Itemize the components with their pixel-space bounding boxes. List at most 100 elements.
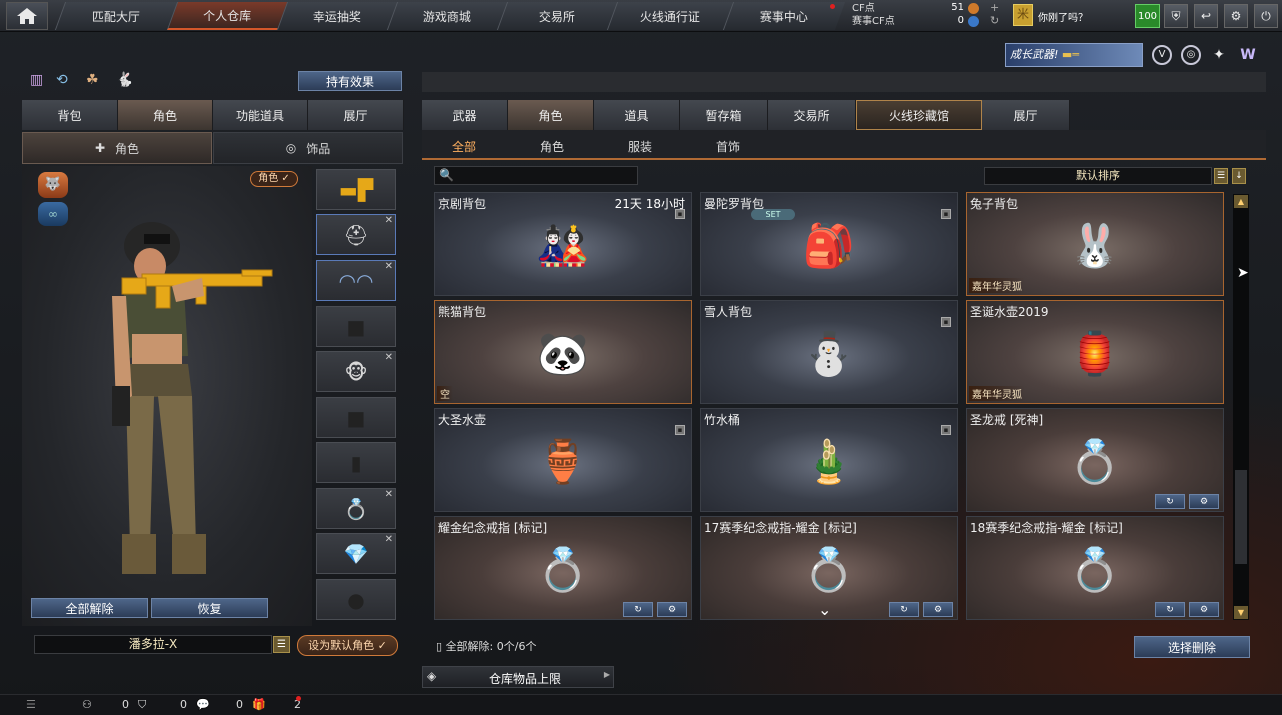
chat-icon[interactable]: 💬 bbox=[196, 698, 210, 711]
slot-disc-empty[interactable]: ● bbox=[316, 579, 396, 620]
slot-pants-empty[interactable]: ▮ bbox=[316, 442, 396, 483]
back-button[interactable]: ↩ bbox=[1194, 4, 1218, 28]
slot-dragon-ring[interactable]: 💍 ✕ bbox=[316, 488, 396, 529]
settings-button[interactable]: ⚙ bbox=[1224, 4, 1248, 28]
slot-body-empty[interactable]: ■ bbox=[316, 397, 396, 438]
rotate-icon[interactable]: ⟲ bbox=[56, 72, 76, 90]
menu-icon[interactable]: ☰ bbox=[273, 636, 290, 653]
filter-clothing[interactable]: 服装 bbox=[628, 138, 652, 155]
right-tab-weapons[interactable]: 武器 bbox=[422, 100, 508, 130]
close-icon[interactable]: ✕ bbox=[385, 215, 393, 226]
scroll-up-icon[interactable]: ▲ bbox=[1234, 195, 1248, 208]
tab-match-lobby[interactable]: 匹配大厅 bbox=[54, 2, 178, 30]
left-tab-backpack[interactable]: 背包 bbox=[22, 100, 118, 130]
item-card[interactable]: 雪人背包 ▪ ⛄ bbox=[700, 300, 958, 404]
close-icon[interactable]: ✕ bbox=[385, 489, 393, 500]
tab-lucky-draw[interactable]: 幸运抽奖 bbox=[276, 2, 398, 30]
right-tab-character[interactable]: 角色 bbox=[508, 100, 594, 130]
unequip-all-button[interactable]: 全部解除 bbox=[31, 598, 148, 618]
close-icon[interactable]: ✕ bbox=[385, 534, 393, 545]
growth-weapon-banner[interactable]: 成长武器! ▬═ bbox=[1005, 43, 1143, 67]
w-logo-icon[interactable]: W bbox=[1237, 45, 1259, 65]
item-card[interactable]: 圣龙戒 [死神] 💍 ↻ ⚙ bbox=[966, 408, 1224, 512]
stats-icon[interactable]: ▥ bbox=[30, 72, 50, 90]
scrollbar-thumb[interactable] bbox=[1235, 470, 1247, 564]
shield-button[interactable]: ⛨ bbox=[1164, 4, 1188, 28]
scrollbar-track[interactable]: ▲ ▼ bbox=[1233, 194, 1249, 620]
storage-limit-bar[interactable]: ◈ 仓库物品上限 ▶ bbox=[422, 666, 614, 688]
upgrade-button[interactable]: ↻ bbox=[889, 602, 919, 617]
tab-personal-storage[interactable]: 个人仓库 bbox=[166, 2, 288, 30]
globe-icon[interactable]: ◎ bbox=[1181, 45, 1201, 65]
character-viewport[interactable]: 🐺 ∞ 角色 ✓ bbox=[22, 166, 312, 626]
search-input[interactable]: 🔍 bbox=[434, 166, 638, 185]
item-card[interactable]: 耀金纪念戒指 [标记] 💍 ↻ ⚙ bbox=[434, 516, 692, 620]
item-card[interactable]: 18赛季纪念戒指-耀金 [标记] 💍 ↻ ⚙ bbox=[966, 516, 1224, 620]
slot-weapon[interactable]: ▬▛ bbox=[316, 169, 396, 210]
item-settings-button[interactable]: ⚙ bbox=[657, 602, 687, 617]
item-settings-button[interactable]: ⚙ bbox=[1189, 494, 1219, 509]
left-tab-character[interactable]: 角色 bbox=[118, 100, 213, 130]
right-tab-showroom[interactable]: 展厅 bbox=[982, 100, 1070, 130]
add-icon[interactable]: + bbox=[990, 1, 999, 14]
pet-icon[interactable]: 🐇 bbox=[116, 72, 136, 90]
list-menu-icon[interactable]: ☰ bbox=[26, 698, 36, 711]
level-badge[interactable]: 100 bbox=[1135, 4, 1160, 28]
gift-icon[interactable]: 🎁 bbox=[252, 698, 266, 711]
left-tab-showroom[interactable]: 展厅 bbox=[308, 100, 404, 130]
tab-exchange[interactable]: 交易所 bbox=[496, 2, 618, 30]
right-tab-items[interactable]: 道具 bbox=[594, 100, 680, 130]
slot-helmet[interactable]: ⛑ ✕ bbox=[316, 214, 396, 255]
item-settings-button[interactable]: ⚙ bbox=[923, 602, 953, 617]
item-card[interactable]: 圣诞水壶2019 🏮 嘉年华灵狐 bbox=[966, 300, 1224, 404]
home-button[interactable] bbox=[6, 2, 48, 30]
shield-small-icon[interactable]: ⛉ bbox=[138, 698, 146, 712]
camp-icon-orange[interactable]: 🐺 bbox=[38, 172, 68, 198]
right-tab-exchange[interactable]: 交易所 bbox=[768, 100, 856, 130]
holding-effect-button[interactable]: 持有效果 bbox=[298, 71, 402, 91]
close-icon[interactable]: ✕ bbox=[385, 352, 393, 363]
slot-goggles[interactable]: ◠◠ ✕ bbox=[316, 260, 396, 301]
restore-button[interactable]: 恢复 bbox=[151, 598, 268, 618]
filter-all[interactable]: 全部 bbox=[452, 138, 476, 155]
guess-icon[interactable]: 米 bbox=[1013, 4, 1033, 26]
subtab-character[interactable]: ✚ 角色 bbox=[22, 132, 212, 164]
expand-down-icon[interactable]: ⌄ bbox=[818, 600, 831, 619]
power-button[interactable]: ⏻ bbox=[1254, 4, 1278, 28]
slot-monkey[interactable]: 🐵 ✕ bbox=[316, 351, 396, 392]
character-action-icon[interactable]: ☘ bbox=[86, 72, 106, 90]
filter-jewelry[interactable]: 首饰 bbox=[716, 138, 740, 155]
upgrade-button[interactable]: ↻ bbox=[623, 602, 653, 617]
tab-game-shop[interactable]: 游戏商城 bbox=[386, 2, 508, 30]
tab-battle-pass[interactable]: 火线通行证 bbox=[606, 2, 734, 30]
badge-icon-v[interactable]: V bbox=[1152, 45, 1172, 65]
right-tab-collection[interactable]: 火线珍藏馆 bbox=[856, 100, 982, 130]
set-default-character-button[interactable]: 设为默认角色 ✓ bbox=[297, 635, 398, 656]
right-tab-temp-box[interactable]: 暂存箱 bbox=[680, 100, 768, 130]
slot-blue-ring[interactable]: 💎 ✕ bbox=[316, 533, 396, 574]
item-card[interactable]: 熊猫背包 🐼 空 bbox=[434, 300, 692, 404]
item-card[interactable]: 曼陀罗背包 SET ▪ 🎒 bbox=[700, 192, 958, 296]
left-tab-functional-items[interactable]: 功能道具 bbox=[213, 100, 308, 130]
item-card[interactable]: 大圣水壶 ▪ 🏺 bbox=[434, 408, 692, 512]
camp-icon-blue[interactable]: ∞ bbox=[38, 202, 68, 226]
slot-vest-empty[interactable]: ■ bbox=[316, 306, 396, 347]
rocket-icon[interactable]: ✦ bbox=[1209, 45, 1229, 65]
item-settings-button[interactable]: ⚙ bbox=[1189, 602, 1219, 617]
subtab-accessories[interactable]: ◎ 饰品 bbox=[213, 132, 403, 164]
tab-events[interactable]: 赛事中心 bbox=[722, 2, 846, 30]
list-icon[interactable]: ☰ bbox=[1214, 168, 1228, 184]
upgrade-button[interactable]: ↻ bbox=[1155, 494, 1185, 509]
filter-character[interactable]: 角色 bbox=[540, 138, 564, 155]
item-card[interactable]: 京剧背包 21天 18小时 ▪ 🎎 bbox=[434, 192, 692, 296]
sort-dropdown[interactable]: 默认排序 bbox=[984, 167, 1212, 185]
select-delete-button[interactable]: 选择删除 bbox=[1134, 636, 1250, 658]
refresh-icon[interactable]: ↻ bbox=[990, 14, 999, 27]
sort-desc-icon[interactable]: ↓ bbox=[1232, 168, 1246, 184]
scroll-down-icon[interactable]: ▼ bbox=[1234, 606, 1248, 619]
upgrade-button[interactable]: ↻ bbox=[1155, 602, 1185, 617]
friends-icon[interactable]: ⚇ bbox=[82, 698, 92, 711]
close-icon[interactable]: ✕ bbox=[385, 261, 393, 272]
guess-text[interactable]: 你刚了吗？ bbox=[1038, 9, 1088, 24]
item-card[interactable]: 兔子背包 🐰 嘉年华灵狐 bbox=[966, 192, 1224, 296]
